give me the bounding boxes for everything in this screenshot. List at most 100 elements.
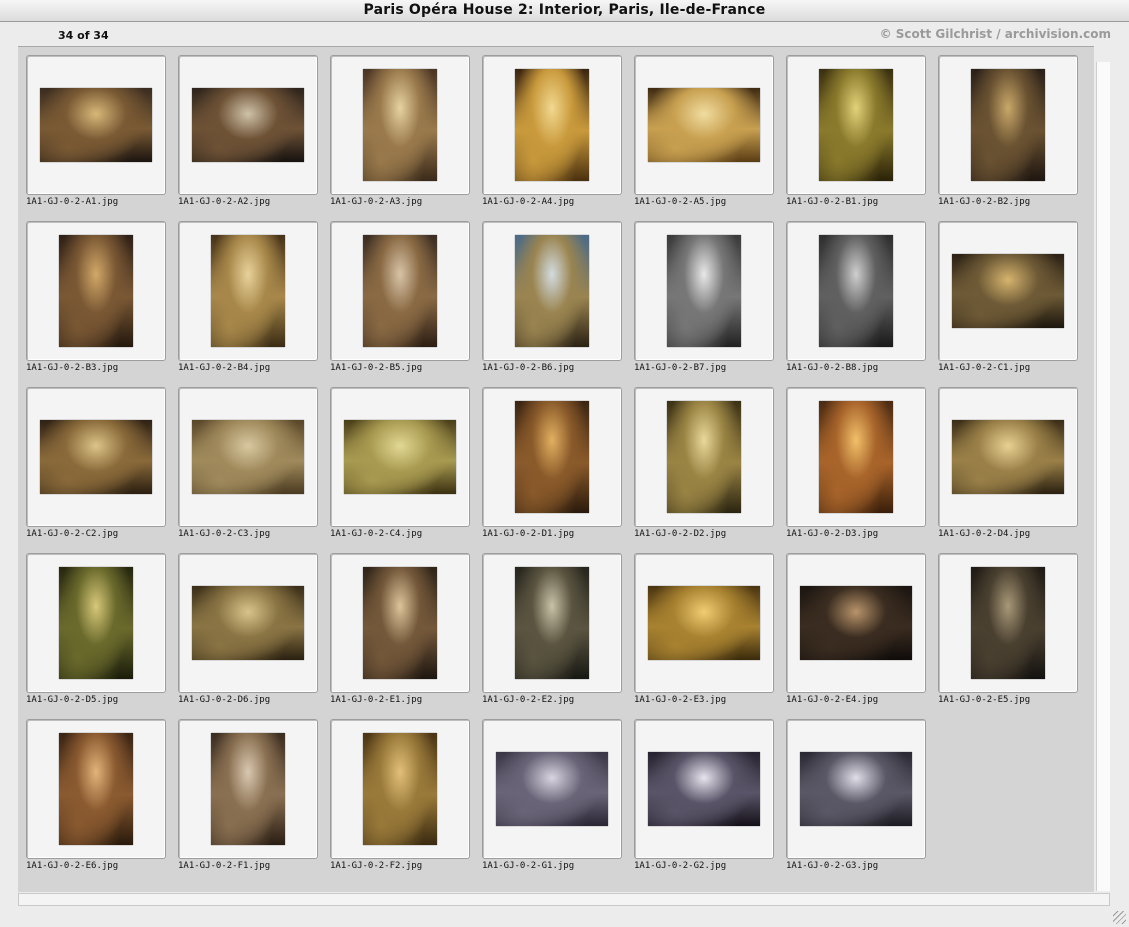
photo-thumbnail[interactable] <box>363 733 437 845</box>
slide-mount[interactable] <box>26 719 166 859</box>
photo-thumbnail[interactable] <box>192 420 304 494</box>
slide-mount[interactable] <box>634 387 774 527</box>
slide-mount[interactable] <box>330 221 470 361</box>
slide-mount[interactable] <box>634 719 774 859</box>
slide-mount[interactable] <box>938 55 1078 195</box>
thumbnail-item[interactable]: 1A1-GJ-0-2-G1.jpg <box>482 719 622 885</box>
slide-mount[interactable] <box>26 553 166 693</box>
slide-mount[interactable] <box>482 55 622 195</box>
thumbnail-item[interactable]: 1A1-GJ-0-2-C3.jpg <box>178 387 318 553</box>
thumbnail-item[interactable]: 1A1-GJ-0-2-C2.jpg <box>26 387 166 553</box>
slide-mount[interactable] <box>178 221 318 361</box>
thumbnail-item[interactable]: 1A1-GJ-0-2-F2.jpg <box>330 719 470 885</box>
thumbnail-item[interactable]: 1A1-GJ-0-2-D2.jpg <box>634 387 774 553</box>
slide-mount[interactable] <box>634 553 774 693</box>
photo-thumbnail[interactable] <box>515 69 589 181</box>
photo-thumbnail[interactable] <box>59 733 133 845</box>
photo-thumbnail[interactable] <box>59 567 133 679</box>
slide-mount[interactable] <box>482 387 622 527</box>
photo-thumbnail[interactable] <box>363 235 437 347</box>
photo-thumbnail[interactable] <box>667 235 741 347</box>
photo-thumbnail[interactable] <box>952 254 1064 328</box>
photo-thumbnail[interactable] <box>344 420 456 494</box>
horizontal-scrollbar[interactable] <box>18 893 1110 906</box>
photo-thumbnail[interactable] <box>192 586 304 660</box>
thumbnail-item[interactable]: 1A1-GJ-0-2-D1.jpg <box>482 387 622 553</box>
photo-thumbnail[interactable] <box>800 586 912 660</box>
slide-mount[interactable] <box>786 221 926 361</box>
thumbnail-item[interactable]: 1A1-GJ-0-2-A3.jpg <box>330 55 470 221</box>
resize-grip-icon[interactable] <box>1113 911 1126 924</box>
slide-mount[interactable] <box>330 719 470 859</box>
thumbnail-item[interactable]: 1A1-GJ-0-2-D3.jpg <box>786 387 926 553</box>
thumbnail-item[interactable]: 1A1-GJ-0-2-E1.jpg <box>330 553 470 719</box>
photo-thumbnail[interactable] <box>515 401 589 513</box>
photo-thumbnail[interactable] <box>648 586 760 660</box>
photo-thumbnail[interactable] <box>40 420 152 494</box>
thumbnail-item[interactable]: 1A1-GJ-0-2-E5.jpg <box>938 553 1078 719</box>
photo-thumbnail[interactable] <box>40 88 152 162</box>
slide-mount[interactable] <box>482 553 622 693</box>
photo-thumbnail[interactable] <box>211 733 285 845</box>
thumbnail-grid[interactable]: 1A1-GJ-0-2-A1.jpg 1A1-GJ-0-2-A2.jpg 1A1-GJ… <box>18 46 1094 892</box>
photo-thumbnail[interactable] <box>819 401 893 513</box>
slide-mount[interactable] <box>786 55 926 195</box>
photo-thumbnail[interactable] <box>971 567 1045 679</box>
slide-mount[interactable] <box>634 221 774 361</box>
slide-mount[interactable] <box>482 719 622 859</box>
photo-thumbnail[interactable] <box>648 88 760 162</box>
photo-thumbnail[interactable] <box>192 88 304 162</box>
thumbnail-item[interactable]: 1A1-GJ-0-2-A2.jpg <box>178 55 318 221</box>
thumbnail-item[interactable]: 1A1-GJ-0-2-B8.jpg <box>786 221 926 387</box>
thumbnail-item[interactable]: 1A1-GJ-0-2-C1.jpg <box>938 221 1078 387</box>
thumbnail-item[interactable]: 1A1-GJ-0-2-E3.jpg <box>634 553 774 719</box>
slide-mount[interactable] <box>938 553 1078 693</box>
thumbnail-item[interactable]: 1A1-GJ-0-2-C4.jpg <box>330 387 470 553</box>
thumbnail-item[interactable]: 1A1-GJ-0-2-D6.jpg <box>178 553 318 719</box>
thumbnail-item[interactable]: 1A1-GJ-0-2-B2.jpg <box>938 55 1078 221</box>
slide-mount[interactable] <box>786 553 926 693</box>
slide-mount[interactable] <box>178 719 318 859</box>
photo-thumbnail[interactable] <box>952 420 1064 494</box>
photo-thumbnail[interactable] <box>667 401 741 513</box>
photo-thumbnail[interactable] <box>800 752 912 826</box>
slide-mount[interactable] <box>26 55 166 195</box>
photo-thumbnail[interactable] <box>496 752 608 826</box>
photo-thumbnail[interactable] <box>648 752 760 826</box>
slide-mount[interactable] <box>482 221 622 361</box>
photo-thumbnail[interactable] <box>971 69 1045 181</box>
slide-mount[interactable] <box>330 55 470 195</box>
thumbnail-item[interactable]: 1A1-GJ-0-2-A5.jpg <box>634 55 774 221</box>
thumbnail-item[interactable]: 1A1-GJ-0-2-E2.jpg <box>482 553 622 719</box>
slide-mount[interactable] <box>634 55 774 195</box>
thumbnail-item[interactable]: 1A1-GJ-0-2-A1.jpg <box>26 55 166 221</box>
slide-mount[interactable] <box>178 55 318 195</box>
slide-mount[interactable] <box>330 387 470 527</box>
thumbnail-item[interactable]: 1A1-GJ-0-2-B6.jpg <box>482 221 622 387</box>
photo-thumbnail[interactable] <box>819 235 893 347</box>
slide-mount[interactable] <box>786 719 926 859</box>
thumbnail-item[interactable]: 1A1-GJ-0-2-B4.jpg <box>178 221 318 387</box>
thumbnail-item[interactable]: 1A1-GJ-0-2-B3.jpg <box>26 221 166 387</box>
thumbnail-item[interactable]: 1A1-GJ-0-2-A4.jpg <box>482 55 622 221</box>
thumbnail-item[interactable]: 1A1-GJ-0-2-B1.jpg <box>786 55 926 221</box>
slide-mount[interactable] <box>26 221 166 361</box>
slide-mount[interactable] <box>786 387 926 527</box>
thumbnail-item[interactable]: 1A1-GJ-0-2-D5.jpg <box>26 553 166 719</box>
thumbnail-item[interactable]: 1A1-GJ-0-2-B5.jpg <box>330 221 470 387</box>
vertical-scrollbar[interactable] <box>1096 62 1110 891</box>
thumbnail-item[interactable]: 1A1-GJ-0-2-G3.jpg <box>786 719 926 885</box>
photo-thumbnail[interactable] <box>59 235 133 347</box>
thumbnail-item[interactable]: 1A1-GJ-0-2-B7.jpg <box>634 221 774 387</box>
photo-thumbnail[interactable] <box>515 235 589 347</box>
slide-mount[interactable] <box>330 553 470 693</box>
thumbnail-item[interactable]: 1A1-GJ-0-2-E4.jpg <box>786 553 926 719</box>
slide-mount[interactable] <box>938 387 1078 527</box>
slide-mount[interactable] <box>26 387 166 527</box>
photo-thumbnail[interactable] <box>363 567 437 679</box>
thumbnail-item[interactable]: 1A1-GJ-0-2-D4.jpg <box>938 387 1078 553</box>
photo-thumbnail[interactable] <box>211 235 285 347</box>
slide-mount[interactable] <box>178 387 318 527</box>
slide-mount[interactable] <box>938 221 1078 361</box>
thumbnail-item[interactable]: 1A1-GJ-0-2-G2.jpg <box>634 719 774 885</box>
